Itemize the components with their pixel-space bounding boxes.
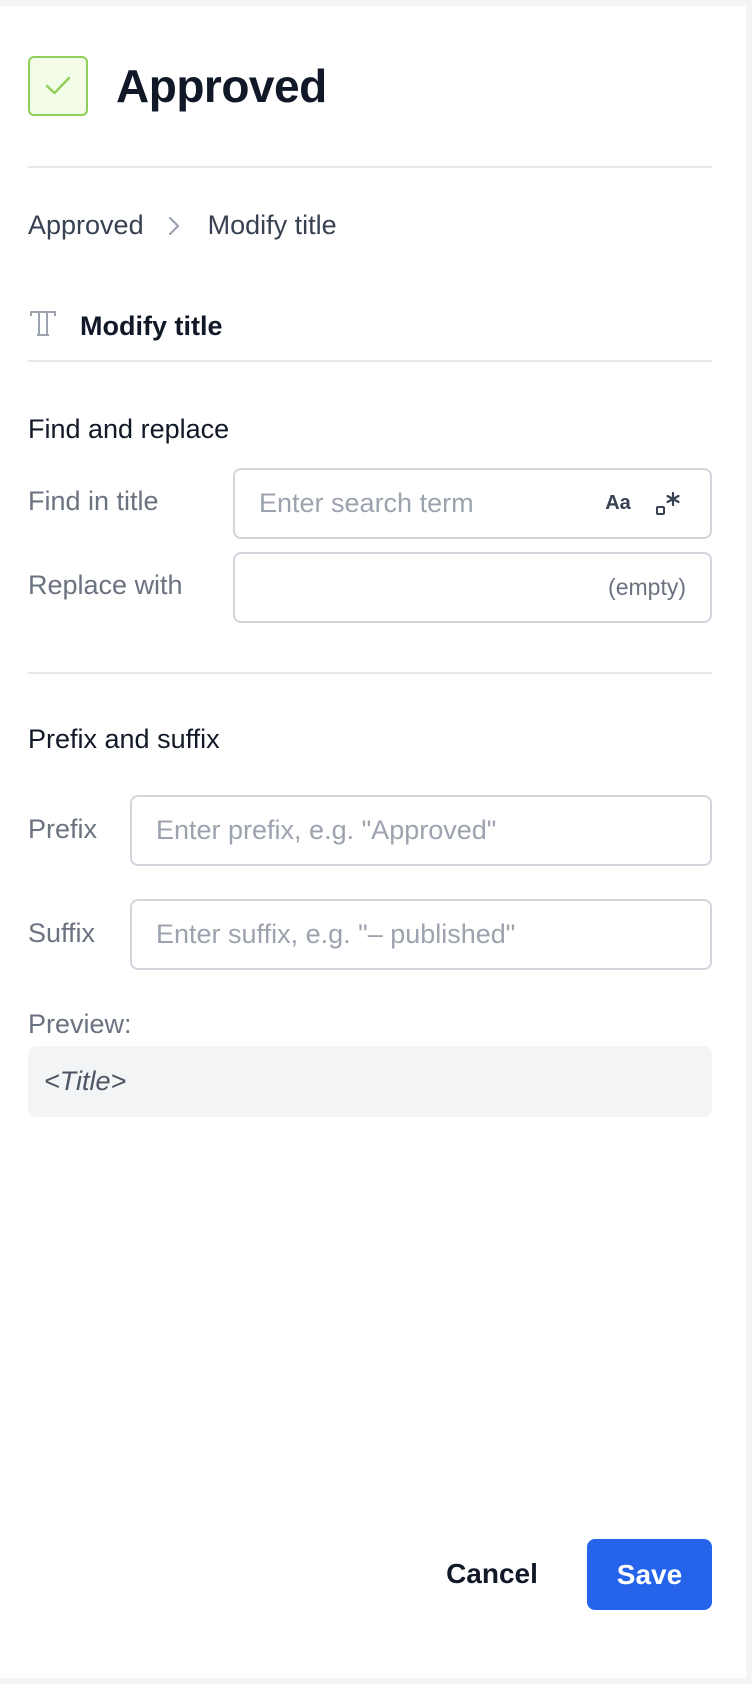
save-button[interactable]: Save — [587, 1539, 712, 1610]
suffix-input[interactable] — [156, 919, 686, 950]
find-input[interactable] — [259, 488, 592, 519]
find-field: Aa — [233, 468, 712, 539]
suffix-label: Suffix — [28, 918, 96, 948]
preview-box: <Title> — [28, 1046, 712, 1117]
empty-hint: (empty) — [608, 574, 686, 600]
panel-header: Approved — [28, 56, 327, 116]
prefix-suffix-title: Prefix and suffix — [28, 724, 220, 754]
breadcrumb: Approved Modify title — [28, 210, 337, 241]
regex-icon[interactable] — [650, 486, 686, 522]
action-header: Modify title — [28, 309, 223, 344]
action-label: Modify title — [80, 311, 223, 341]
replace-input[interactable] — [259, 572, 609, 603]
prefix-field[interactable] — [130, 795, 712, 866]
suffix-field[interactable] — [130, 899, 712, 970]
page-title: Approved — [116, 60, 327, 112]
preview-value: <Title> — [44, 1066, 127, 1096]
modify-title-panel: Approved Approved Modify title Modify ti… — [0, 6, 746, 1678]
preview-label: Preview: — [28, 1009, 132, 1039]
prefix-label: Prefix — [28, 814, 98, 844]
divider — [28, 166, 712, 168]
divider — [28, 360, 712, 362]
text-icon — [28, 309, 58, 344]
chevron-right-icon — [168, 216, 180, 236]
match-case-icon[interactable]: Aa — [600, 486, 636, 522]
divider — [28, 672, 712, 674]
replace-field[interactable]: (empty) — [233, 552, 712, 623]
breadcrumb-item-approved[interactable]: Approved — [28, 210, 144, 241]
prefix-input[interactable] — [156, 815, 686, 846]
breadcrumb-item-modify-title: Modify title — [207, 210, 337, 240]
replace-label: Replace with — [28, 570, 183, 600]
cancel-button[interactable]: Cancel — [432, 1539, 552, 1609]
find-replace-title: Find and replace — [28, 414, 230, 444]
check-icon — [28, 56, 88, 116]
find-label: Find in title — [28, 486, 159, 516]
